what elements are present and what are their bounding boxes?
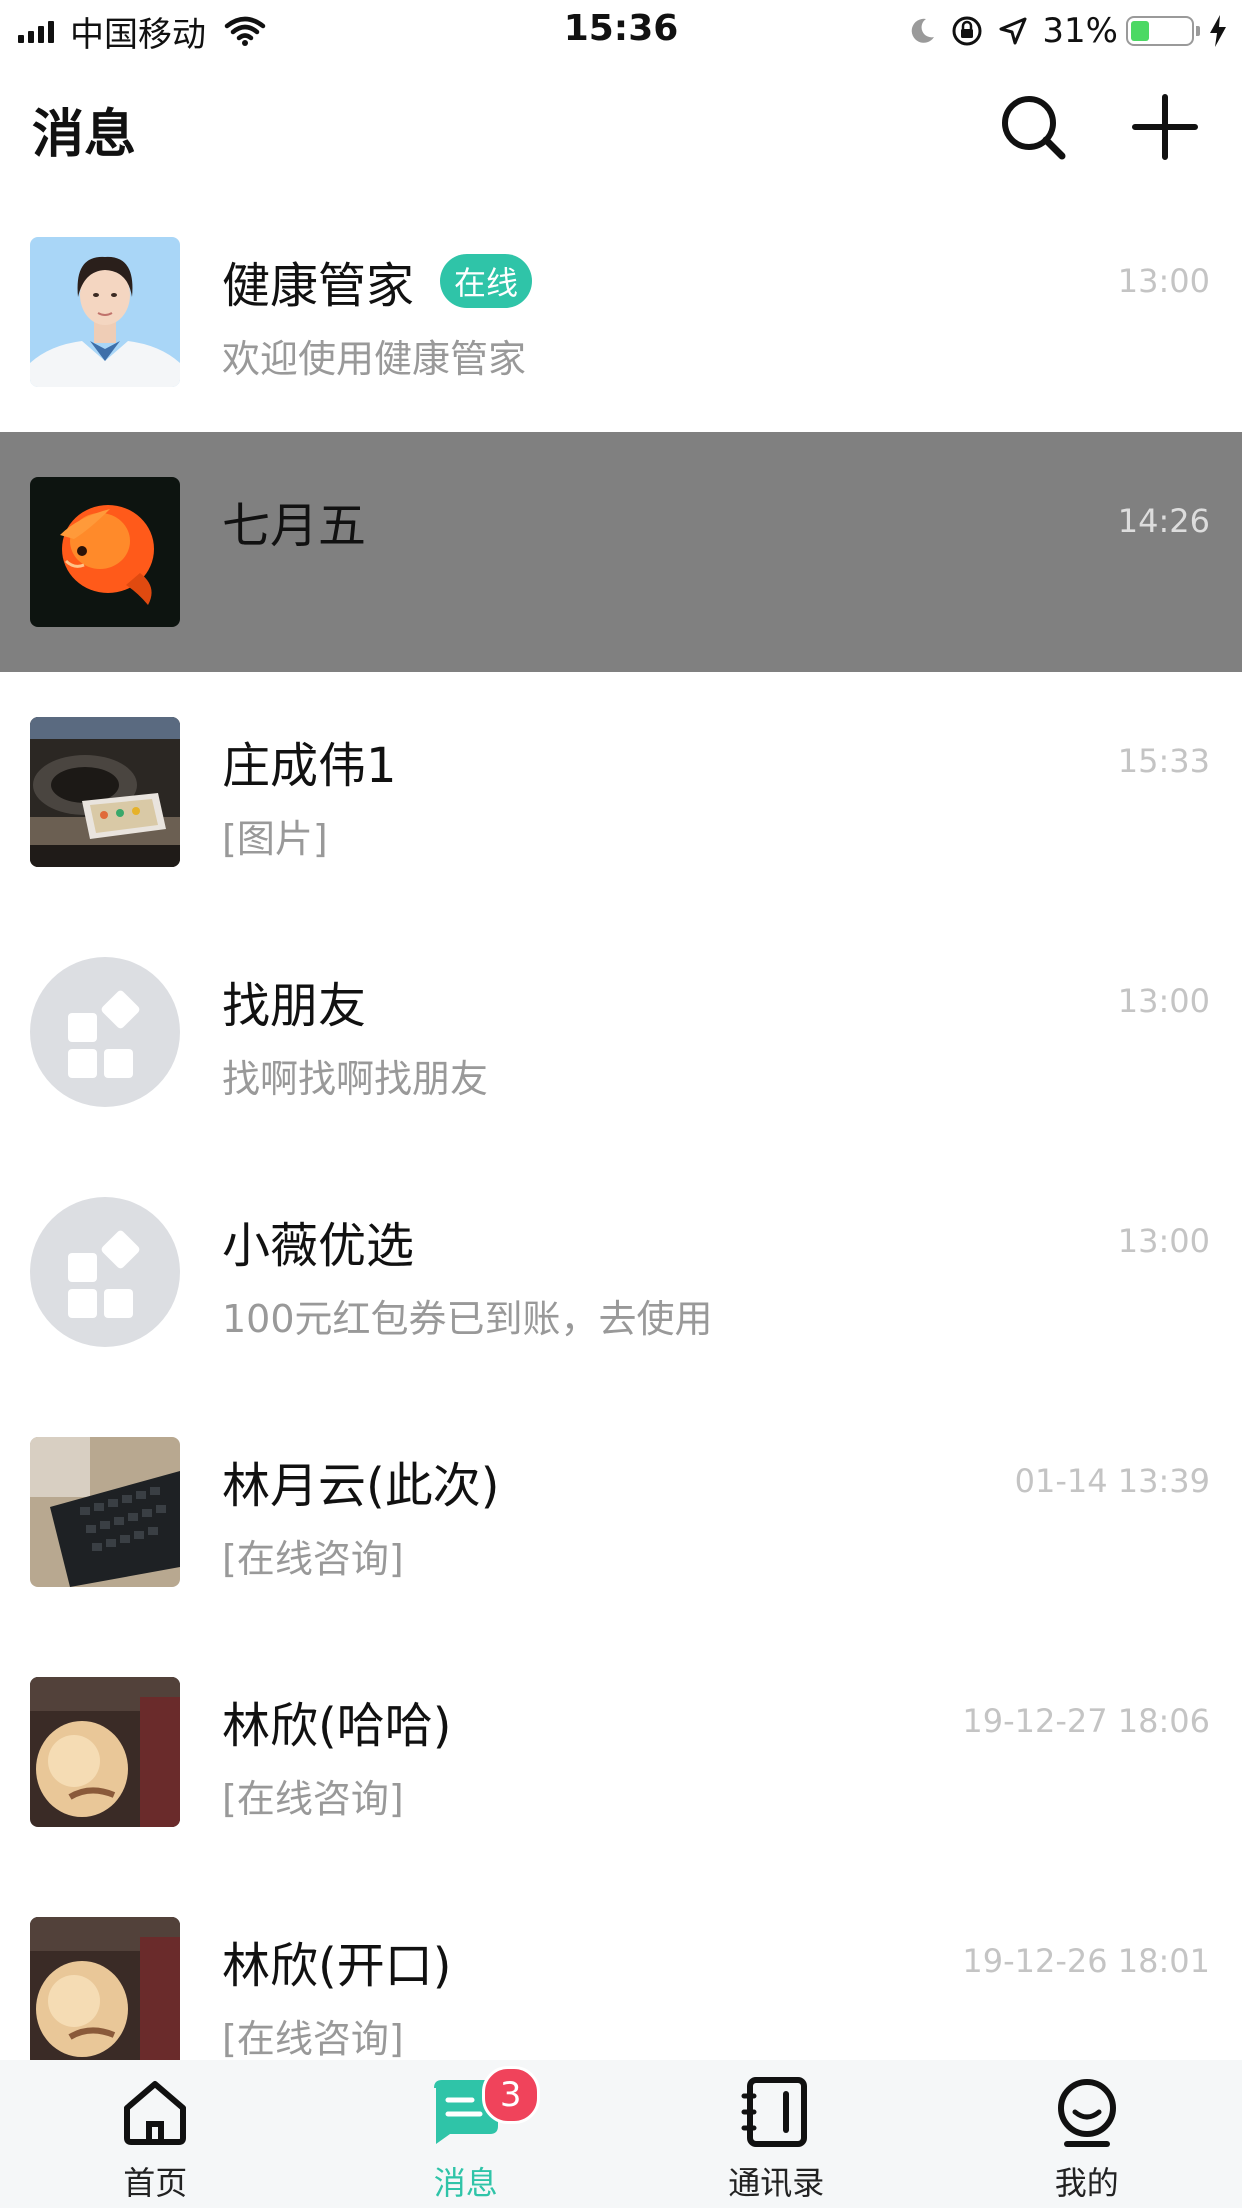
conversation-name-row: 找朋友	[222, 966, 366, 1036]
apps-icon	[30, 957, 180, 1107]
tab-profile[interactable]: 我的	[932, 2060, 1242, 2208]
bottom-tab-bar: 首页 3 消息 通讯录 我的	[0, 2060, 1242, 2208]
conversation-item[interactable]: 林月云(此次) [在线咨询] 01-14 13:39	[0, 1392, 1242, 1632]
conversation-time: 14:26	[1117, 502, 1210, 540]
avatar	[30, 477, 180, 627]
conversation-name: 找朋友	[222, 978, 367, 1034]
conversation-name: 小薇优选	[222, 1218, 415, 1274]
conversation-time: 13:00	[1117, 1222, 1210, 1260]
status-right: 31%	[896, 10, 1228, 52]
avatar	[30, 237, 180, 387]
location-icon	[999, 17, 1027, 45]
search-icon[interactable]	[998, 92, 1068, 162]
tab-label: 首页	[123, 2164, 188, 2202]
conversation-name-row: 庄成伟1	[222, 726, 397, 796]
conversation-item[interactable]: 林欣(开口) [在线咨询] 19-12-26 18:01	[0, 1872, 1242, 2060]
battery-fill	[1131, 21, 1149, 41]
conversation-name-row: 小薇优选	[222, 1206, 414, 1276]
avatar	[30, 717, 180, 867]
tab-label: 消息	[433, 2164, 498, 2202]
moon-icon	[912, 18, 935, 43]
conversation-name: 庄成伟1	[222, 738, 397, 794]
conversation-preview: [图片]	[222, 817, 328, 861]
conversation-time: 19-12-27 18:06	[962, 1702, 1210, 1740]
tab-contacts[interactable]: 通讯录	[621, 2060, 932, 2208]
avatar	[30, 1917, 180, 2060]
header: 消息	[0, 62, 1242, 190]
avatar	[30, 1437, 180, 1587]
conversation-item[interactable]: 小薇优选 100元红包券已到账，去使用 13:00	[0, 1152, 1242, 1392]
conversation-name-row: 林月云(此次)	[222, 1446, 499, 1516]
conversation-item[interactable]: 健康管家 在线 欢迎使用健康管家 13:00	[0, 192, 1242, 432]
tab-label: 我的	[1054, 2164, 1119, 2202]
conversation-preview: [在线咨询]	[222, 2017, 404, 2060]
conversation-item-selected[interactable]: 七月五 14:26	[0, 432, 1242, 672]
contacts-icon	[741, 2077, 808, 2147]
tab-home[interactable]: 首页	[0, 2060, 311, 2208]
status-bar: 中国移动 15:36 31%	[0, 0, 1242, 62]
conversation-time: 01-14 13:39	[1014, 1462, 1210, 1500]
page-title: 消息	[32, 105, 137, 165]
conversation-name-row: 健康管家 在线	[222, 246, 533, 316]
conversation-name-row: 林欣(哈哈)	[222, 1686, 451, 1756]
conversation-name-row: 林欣(开口)	[222, 1926, 451, 1996]
conversation-item[interactable]: 找朋友 找啊找啊找朋友 13:00	[0, 912, 1242, 1152]
plus-icon[interactable]	[1130, 92, 1200, 162]
conversation-name-row: 七月五	[222, 486, 366, 556]
conversation-name: 林欣(开口)	[222, 1938, 452, 1994]
orientation-lock-icon	[952, 16, 982, 46]
conversation-name: 健康管家	[222, 258, 415, 314]
charging-bolt-icon	[1210, 15, 1226, 47]
conversation-preview: 100元红包券已到账，去使用	[222, 1297, 713, 1341]
conversation-item[interactable]: 林欣(哈哈) [在线咨询] 19-12-27 18:06	[0, 1632, 1242, 1872]
unread-badge: 3	[481, 2066, 540, 2124]
conversation-preview: [在线咨询]	[222, 1537, 404, 1581]
profile-icon	[1057, 2079, 1116, 2147]
battery-percent: 31%	[1042, 11, 1118, 51]
conversation-time: 13:00	[1117, 982, 1210, 1020]
conversation-preview: [在线咨询]	[222, 1777, 404, 1821]
tab-label: 通讯录	[728, 2164, 825, 2202]
conversation-time: 19-12-26 18:01	[962, 1942, 1210, 1980]
messages-screen: 中国移动 15:36 31% 消息 健康管家 在线 欢迎使用健康管家 13:00…	[0, 0, 1242, 2208]
online-badge: 在线	[440, 254, 533, 308]
battery-icon	[1126, 16, 1200, 46]
conversation-item[interactable]: 庄成伟1 [图片] 15:33	[0, 672, 1242, 912]
conversation-name: 林月云(此次)	[222, 1458, 500, 1514]
conversation-time: 13:00	[1117, 262, 1210, 300]
tab-messages[interactable]: 3 消息	[311, 2060, 622, 2208]
apps-icon	[30, 1197, 180, 1347]
avatar	[30, 1677, 180, 1827]
conversation-time: 15:33	[1117, 742, 1210, 780]
conversation-name: 七月五	[222, 498, 367, 554]
conversation-preview: 欢迎使用健康管家	[222, 337, 527, 381]
conversation-name: 林欣(哈哈)	[222, 1698, 452, 1754]
conversation-preview: 找啊找啊找朋友	[222, 1057, 489, 1101]
conversation-list: 健康管家 在线 欢迎使用健康管家 13:00 七月五 14:26 庄成伟1 [图…	[0, 192, 1242, 2060]
home-icon	[124, 2081, 187, 2145]
